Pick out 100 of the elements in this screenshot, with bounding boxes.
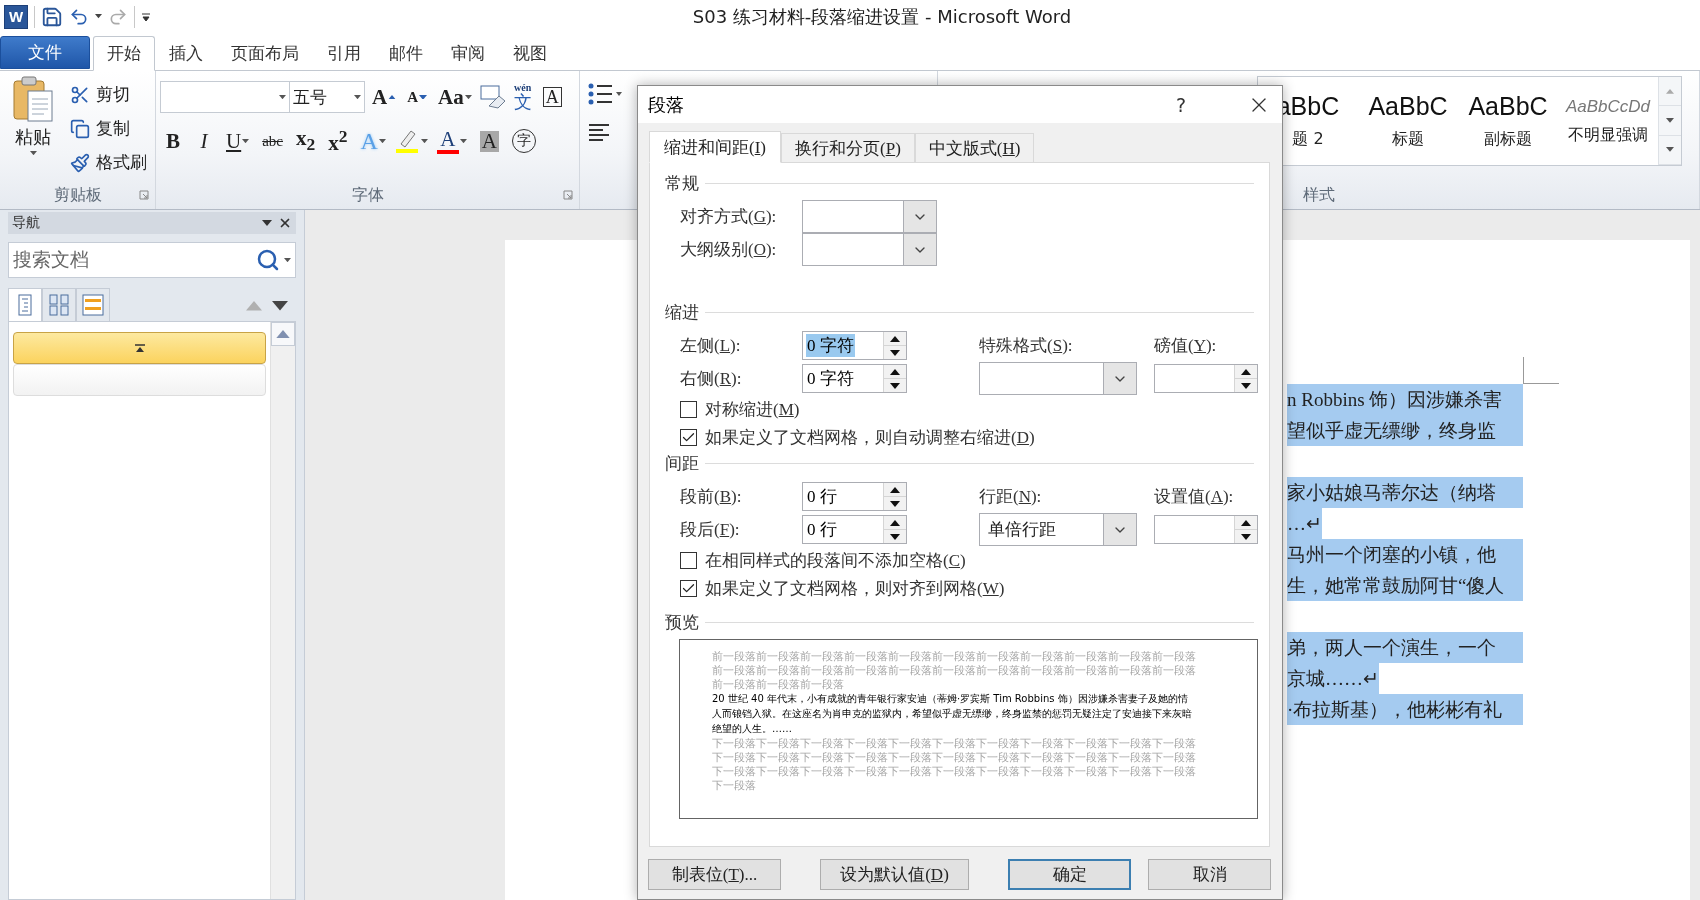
save-icon[interactable] — [41, 5, 63, 28]
gallery-down-button[interactable] — [1659, 106, 1681, 136]
dialog-button[interactable]: 制表位(T)... — [648, 859, 781, 890]
group-label: 样式 — [1302, 184, 1335, 206]
down-triangle-icon — [279, 94, 286, 100]
style-item[interactable]: AaBbCcDd 不明显强调 — [1558, 77, 1658, 165]
bullet-list-icon[interactable] — [588, 83, 622, 105]
spinner-field[interactable]: 0 字符 — [802, 331, 907, 360]
field-label: 对齐方式(G): — [680, 206, 777, 228]
shrink-font-button[interactable]: A — [403, 81, 431, 113]
spin-up-button[interactable] — [884, 483, 906, 496]
ribbon-tab[interactable]: 邮件 — [375, 36, 437, 71]
spin-down-button[interactable] — [884, 378, 906, 392]
strikethrough-button[interactable]: abc — [258, 125, 287, 157]
preview-placeholder-line: 前一段落前一段落前一段落前一段落前一段落前一段落前一段落前一段落前一段落前一段落前一段落 — [712, 663, 1195, 677]
spin-down-button[interactable] — [1235, 378, 1257, 392]
checkbox-label: 如果定义了文档网格，则自动调整右缩进(D) — [705, 426, 1035, 449]
spin-down-button[interactable] — [1235, 529, 1257, 543]
search-icon[interactable] — [256, 248, 280, 272]
ribbon-tab[interactable]: 插入 — [155, 36, 217, 71]
dialog-button[interactable]: 取消 — [1148, 859, 1271, 890]
up-triangle-icon — [1241, 368, 1251, 375]
field-label: 设置值(A): — [1154, 486, 1234, 508]
superscript-button[interactable]: x$^{2}$ — [324, 125, 352, 157]
copy-button[interactable]: 复制 — [68, 113, 149, 144]
dialog-tab[interactable]: 中文版式(H) — [914, 133, 1035, 162]
grow-font-button[interactable]: A — [368, 81, 401, 113]
checkbox[interactable] — [680, 579, 697, 597]
dialog-button[interactable]: 确定 — [1008, 859, 1131, 890]
preview-placeholder-line: 前一段落前一段落前一段落前一段落前一段落前一段落前一段落前一段落前一段落前一段落前一段落 — [712, 649, 1195, 663]
font-size-dropdown[interactable]: 五号 — [289, 81, 365, 113]
spinner-field[interactable]: 0 行 — [802, 515, 907, 544]
down-triangle-icon — [242, 138, 250, 144]
spin-up-button[interactable] — [1235, 365, 1257, 378]
undo-icon[interactable] — [69, 6, 89, 27]
close-icon[interactable] — [278, 216, 292, 230]
dropdown-field[interactable] — [802, 233, 937, 266]
down-triangle-icon — [354, 94, 361, 100]
dropdown-arrow-icon[interactable] — [262, 220, 272, 226]
bold-button[interactable]: B — [160, 125, 186, 157]
format-painter-button[interactable]: 格式刷 — [68, 147, 149, 178]
paste-button[interactable]: 粘贴 — [8, 75, 58, 181]
dialog-tab[interactable]: 换行和分页(P) — [781, 133, 915, 162]
character-shading-button[interactable]: A — [475, 125, 503, 157]
gallery-more-button[interactable] — [1659, 135, 1681, 165]
spinner-field[interactable]: 0 字符 — [802, 364, 907, 393]
search-input[interactable]: 搜索文档 — [11, 248, 252, 272]
spin-up-button[interactable] — [1235, 516, 1257, 529]
spin-down-button[interactable] — [884, 345, 906, 359]
italic-button[interactable]: I — [191, 125, 217, 157]
dialog-launcher-icon[interactable] — [563, 190, 573, 200]
dialog-launcher-icon[interactable] — [139, 190, 149, 200]
checkbox[interactable] — [680, 551, 697, 569]
down-triangle-icon — [890, 349, 900, 356]
dialog-tab[interactable]: 缩进和间距(I) — [649, 131, 781, 163]
ribbon-tab[interactable]: 页面布局 — [217, 36, 313, 71]
cut-button[interactable]: 剪切 — [68, 79, 149, 110]
ribbon-tab[interactable]: 引用 — [313, 36, 375, 71]
change-case-button[interactable]: Aa — [434, 81, 476, 113]
collapse-icon — [134, 344, 145, 352]
style-item[interactable]: AaBbC 标题 — [1358, 77, 1458, 165]
down-triangle-icon — [890, 382, 900, 389]
subscript-button[interactable]: x$_{2}$ — [292, 125, 320, 157]
file-menu-tab[interactable]: 文件 — [0, 36, 90, 69]
dropdown-field[interactable]: 单倍行距 — [979, 513, 1137, 546]
checkbox[interactable] — [680, 428, 697, 446]
style-item[interactable]: AaBbC 副标题 — [1458, 77, 1558, 165]
clear-format-icon[interactable] — [478, 84, 507, 110]
dropdown-field[interactable] — [802, 200, 937, 233]
thumbnails-icon — [49, 294, 69, 316]
highlighter-icon[interactable] — [394, 128, 419, 154]
up-triangle-icon — [890, 486, 900, 493]
spinner-field[interactable] — [1154, 364, 1258, 393]
font-color-button[interactable]: A — [432, 125, 471, 157]
down-triangle-icon — [1666, 118, 1674, 123]
ribbon-tab[interactable]: 开始 — [93, 36, 155, 71]
spin-down-button[interactable] — [884, 496, 906, 510]
spinner-field[interactable]: 0 行 — [802, 482, 907, 511]
spinner-field[interactable] — [1154, 515, 1258, 544]
spin-up-button[interactable] — [884, 332, 906, 345]
underline-button[interactable]: U — [222, 125, 254, 157]
spin-up-button[interactable] — [884, 365, 906, 378]
align-left-icon[interactable] — [588, 123, 610, 141]
up-triangle-icon — [276, 329, 290, 339]
scroll-up-button[interactable] — [271, 322, 295, 346]
checkbox[interactable] — [680, 400, 697, 418]
help-button[interactable]: ? — [1171, 93, 1190, 116]
down-triangle-icon — [890, 500, 900, 507]
phonetic-guide-button[interactable]: wén 文 — [509, 81, 536, 113]
ribbon-tab[interactable]: 审阅 — [437, 36, 499, 71]
next-heading-button[interactable] — [272, 301, 288, 311]
character-border-button[interactable]: A — [538, 81, 566, 113]
dropdown-field[interactable] — [979, 362, 1137, 395]
search-box[interactable]: 搜索文档 — [8, 242, 296, 278]
dialog-button[interactable]: 设为默认值(D) — [820, 859, 969, 890]
ribbon-tab[interactable]: 视图 — [499, 36, 561, 71]
customize-menu-icon[interactable] — [141, 11, 151, 22]
scissors-icon — [70, 84, 90, 105]
spin-up-button[interactable] — [884, 516, 906, 529]
spin-down-button[interactable] — [884, 529, 906, 543]
